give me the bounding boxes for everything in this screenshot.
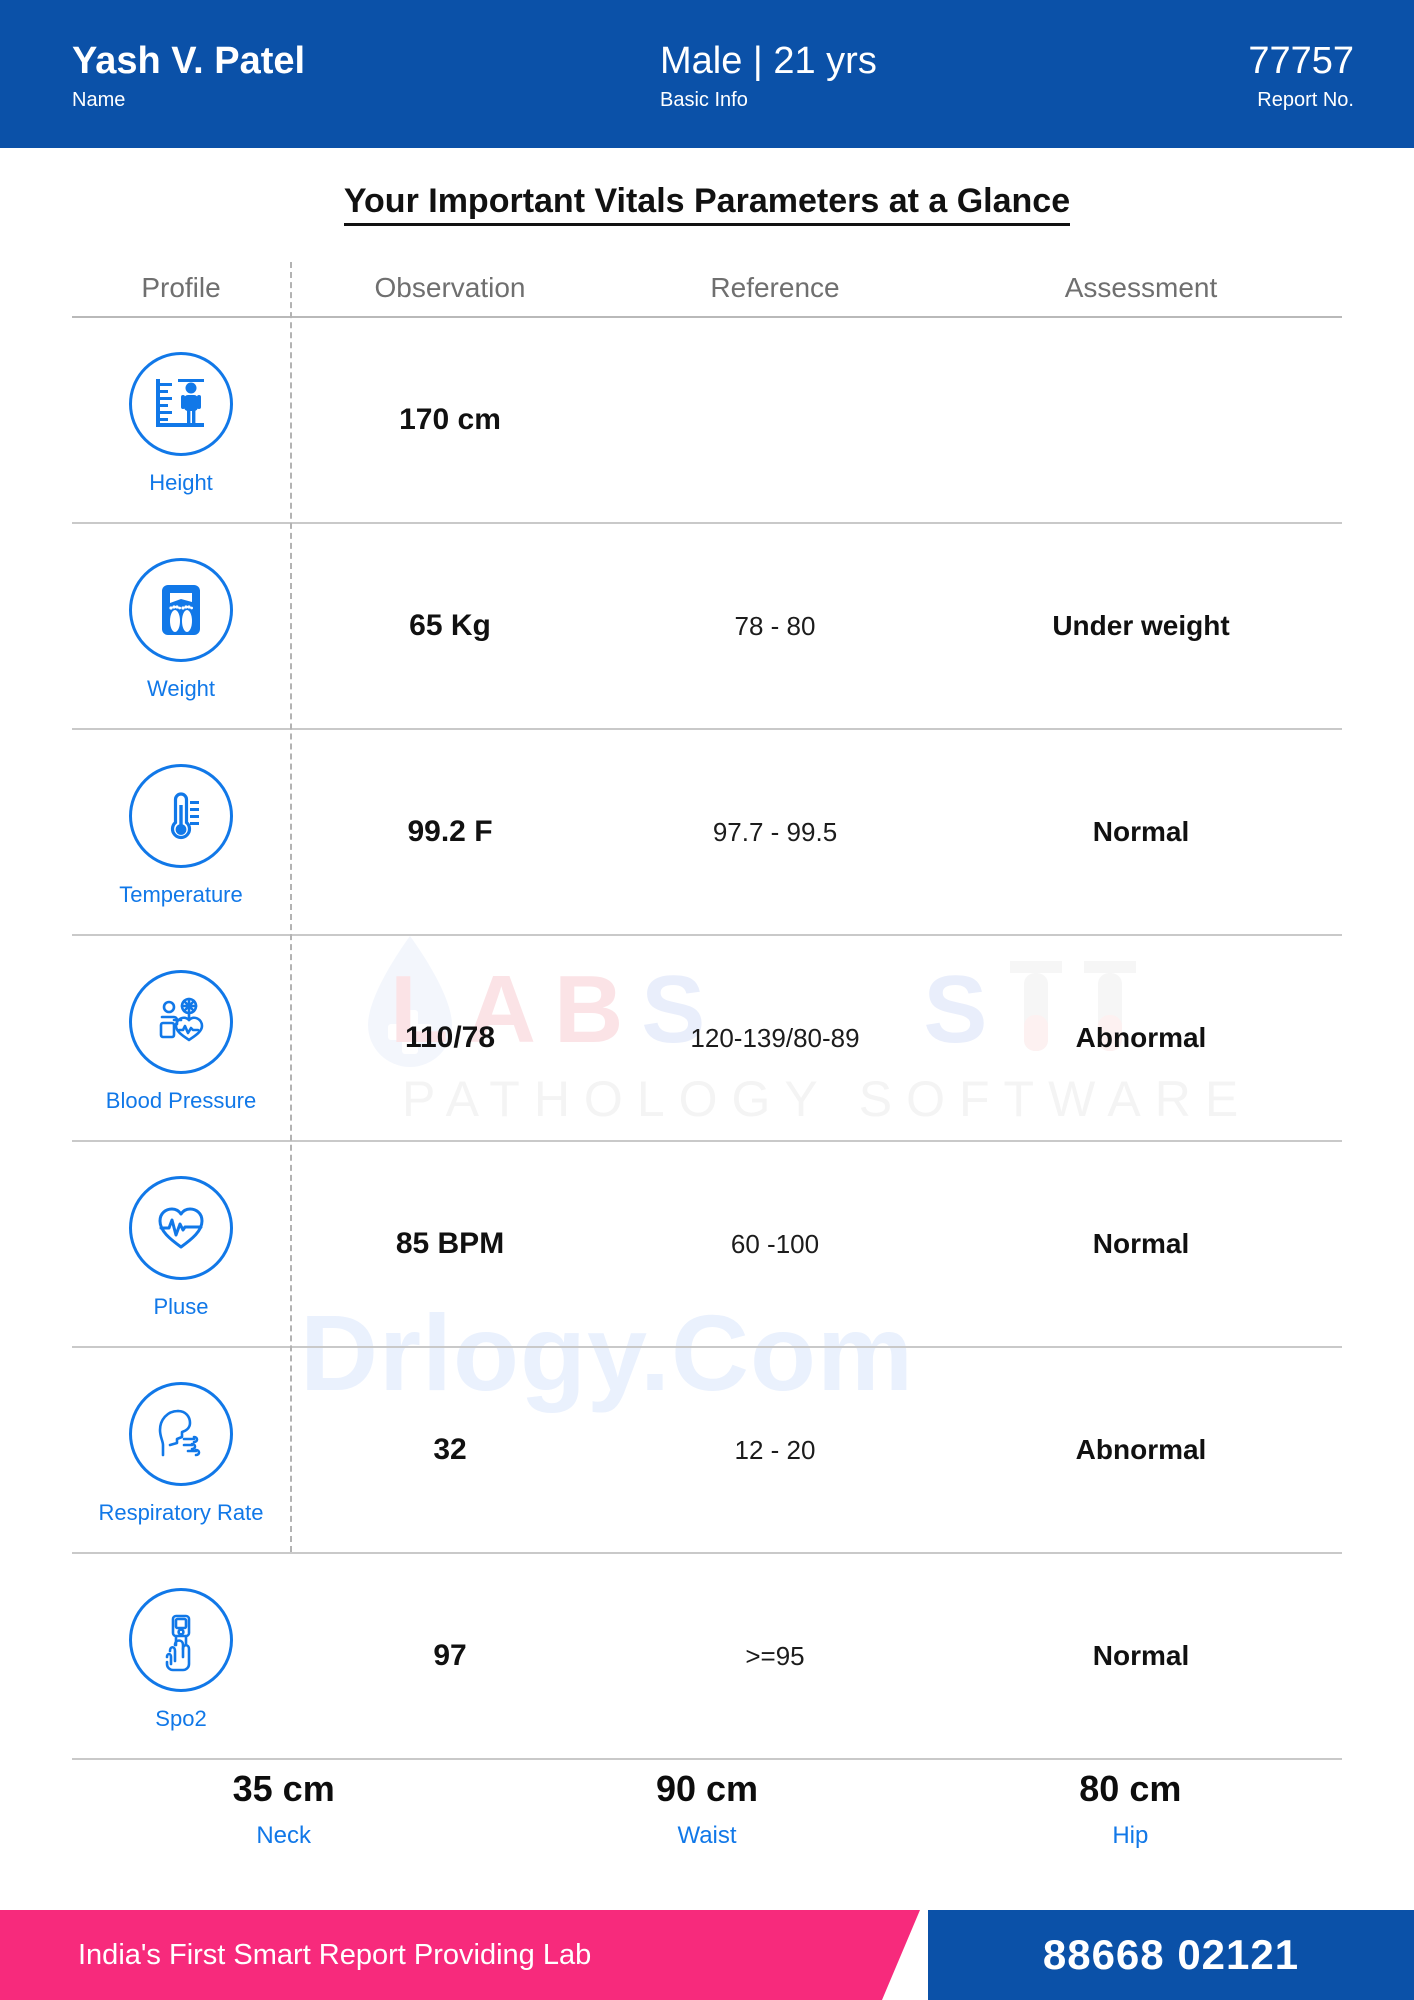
observation-value: 32 — [433, 1433, 467, 1466]
profile-label: Respiratory Rate — [98, 1500, 264, 1525]
table-row: Height 170 cm — [72, 318, 1342, 524]
profile-label: Spo2 — [155, 1706, 207, 1731]
table-row: Spo2 97 >=95 Normal — [72, 1554, 1342, 1760]
profile-label: Pluse — [153, 1294, 209, 1319]
assessment-value: Normal — [1092, 1228, 1190, 1259]
patient-name-label: Name — [72, 88, 126, 111]
report-footer: India's First Smart Report Providing Lab… — [0, 1910, 1414, 2000]
report-number-label: Report No. — [1257, 88, 1354, 111]
page-title: Your Important Vitals Parameters at a Gl… — [0, 182, 1414, 226]
observation-value: 97 — [433, 1639, 467, 1672]
footer-phone-banner: 88668 02121 — [928, 1910, 1414, 2000]
observation-value: 99.2 F — [407, 815, 493, 848]
table-row: Respiratory Rate 32 12 - 20 Abnormal — [72, 1348, 1342, 1554]
patient-name-block: Yash V. Patel Name — [72, 40, 306, 111]
reference-value: 78 - 80 — [734, 610, 816, 641]
report-header: Yash V. Patel Name Male | 21 yrs Basic I… — [0, 0, 1414, 148]
body-measurements: 35 cm Neck 90 cm Waist 80 cm Hip — [72, 1768, 1342, 1850]
observation-value: 85 BPM — [395, 1227, 505, 1260]
reference-value: >=95 — [745, 1640, 805, 1671]
vitals-table: Profile Observation Reference Assessment — [72, 262, 1342, 1760]
heart-pulse-icon — [129, 1176, 233, 1280]
report-number-block: 77757 Report No. — [1248, 40, 1354, 111]
breathing-head-icon — [129, 1382, 233, 1486]
page-title-text: Your Important Vitals Parameters at a Gl… — [343, 182, 1071, 226]
footer-tagline: India's First Smart Report Providing Lab — [78, 1938, 592, 1971]
observation-value: 65 Kg — [409, 609, 491, 642]
measurement-hip: 80 cm Hip — [919, 1768, 1342, 1850]
reference-value: 120-139/80-89 — [690, 1022, 860, 1053]
profile-label: Temperature — [119, 882, 243, 907]
reference-value: 12 - 20 — [734, 1434, 816, 1465]
profile-cell: Respiratory Rate — [72, 1374, 290, 1526]
observation-value: 110/78 — [404, 1021, 496, 1054]
measurement-neck: 35 cm Neck — [72, 1768, 495, 1850]
measurement-value: 90 cm — [655, 1768, 759, 1809]
measurement-value: 80 cm — [1079, 1768, 1182, 1809]
pulse-oximeter-finger-icon — [129, 1588, 233, 1692]
profile-cell: Height — [72, 344, 290, 496]
measurement-value: 35 cm — [232, 1768, 335, 1809]
weight-scale-icon — [129, 558, 233, 662]
column-header-assessment: Assessment — [1064, 272, 1218, 303]
table-row: Blood Pressure 110/78 120-139/80-89 Abno… — [72, 936, 1342, 1142]
reference-value: 97.7 - 99.5 — [712, 816, 838, 847]
table-row: Weight 65 Kg 78 - 80 Under weight — [72, 524, 1342, 730]
measurement-label: Neck — [256, 1822, 311, 1849]
assessment-value: Under weight — [1052, 610, 1230, 641]
profile-cell: Weight — [72, 550, 290, 702]
table-header-row: Profile Observation Reference Assessment — [72, 262, 1342, 318]
assessment-value: Normal — [1092, 1640, 1190, 1671]
footer-phone-number: 88668 02121 — [1042, 1931, 1300, 1978]
patient-name: Yash V. Patel — [72, 40, 306, 82]
assessment-value: Abnormal — [1075, 1022, 1207, 1053]
profile-label: Blood Pressure — [105, 1088, 257, 1113]
basic-info-block: Male | 21 yrs Basic Info — [660, 40, 877, 111]
profile-cell: Spo2 — [72, 1580, 290, 1732]
profile-label: Height — [149, 470, 213, 495]
assessment-value: Normal — [1092, 816, 1190, 847]
blood-pressure-monitor-icon — [129, 970, 233, 1074]
column-header-observation: Observation — [374, 272, 526, 303]
table-row: Pluse 85 BPM 60 -100 Normal — [72, 1142, 1342, 1348]
profile-cell: Blood Pressure — [72, 962, 290, 1114]
column-header-profile: Profile — [141, 272, 221, 303]
height-ruler-icon — [129, 352, 233, 456]
reference-value: 60 -100 — [730, 1228, 820, 1259]
measurement-label: Hip — [1112, 1822, 1149, 1849]
observation-value: 170 cm — [399, 403, 501, 436]
thermometer-icon — [129, 764, 233, 868]
basic-info-label: Basic Info — [660, 88, 748, 111]
basic-info-value: Male | 21 yrs — [660, 40, 877, 82]
profile-cell: Temperature — [72, 756, 290, 908]
measurement-label: Waist — [677, 1822, 737, 1849]
column-header-reference: Reference — [710, 272, 840, 303]
profile-label: Weight — [146, 676, 216, 701]
table-row: Temperature 99.2 F 97.7 - 99.5 Normal — [72, 730, 1342, 936]
assessment-value: Abnormal — [1075, 1434, 1207, 1465]
report-number-value: 77757 — [1248, 40, 1354, 82]
profile-cell: Pluse — [72, 1168, 290, 1320]
measurement-waist: 90 cm Waist — [495, 1768, 918, 1850]
profile-column-divider — [290, 262, 292, 1552]
footer-tagline-banner: India's First Smart Report Providing Lab — [0, 1910, 920, 2000]
